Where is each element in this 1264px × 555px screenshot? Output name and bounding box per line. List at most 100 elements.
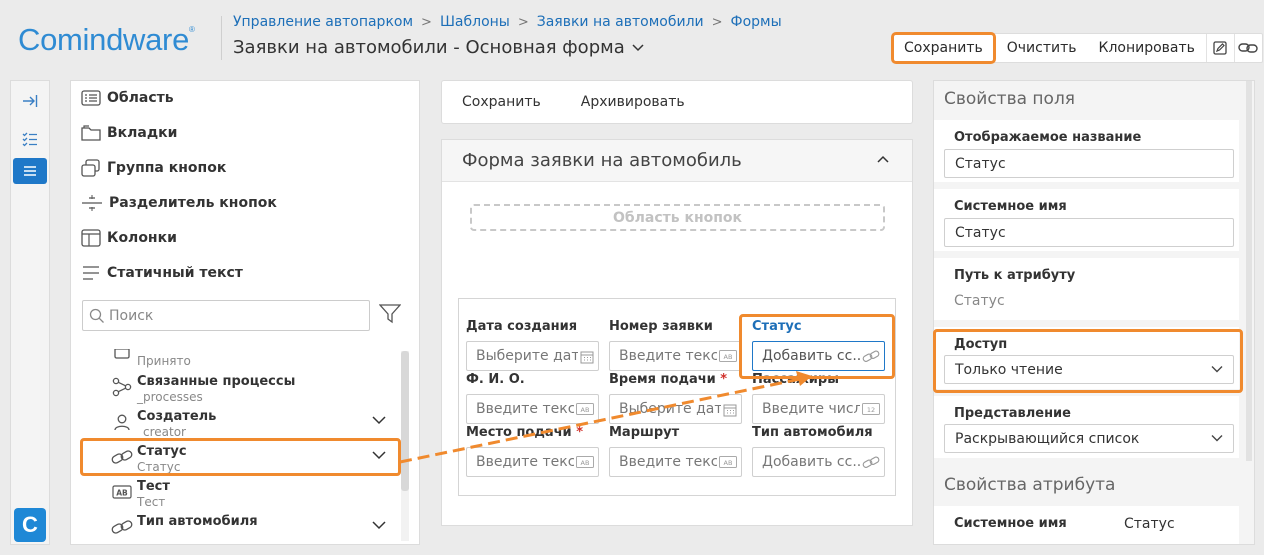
chevron-down-icon [1211, 435, 1223, 442]
form-field: Дата создания Выберите дату [466, 319, 599, 371]
element-button-separator-label: Разделитель кнопок [109, 195, 277, 211]
text-icon: AB [574, 456, 594, 468]
list-item[interactable]: Принято [81, 349, 401, 370]
form-field: Тип автомобиля Добавить сс... [752, 425, 885, 477]
form-field-placeholder: Введите текст [619, 348, 727, 364]
element-columns-label: Колонки [107, 230, 177, 246]
filter-icon[interactable] [379, 304, 401, 324]
attribute-path-label: Путь к атрибуту [954, 268, 1076, 283]
element-tabs-label: Вкладки [107, 125, 178, 141]
element-area-label: Область [107, 90, 174, 106]
svg-text:AB: AB [724, 353, 733, 361]
search-input[interactable]: Поиск [82, 300, 370, 331]
form-title: Форма заявки на автомобиль [462, 150, 742, 171]
element-area[interactable]: Область [81, 89, 174, 107]
search-placeholder: Поиск [109, 307, 154, 324]
properties-scrollbar[interactable] [1246, 81, 1252, 461]
list-item[interactable]: Создатель _creator [81, 406, 401, 441]
svg-text:AB: AB [724, 459, 733, 467]
form-field: Ф. И. О. Введите текст AB [466, 372, 599, 424]
checklist-icon[interactable] [13, 126, 47, 152]
form-field-placeholder: Выберите дату [619, 401, 731, 417]
form-header[interactable]: Форма заявки на автомобиль [442, 140, 912, 182]
highlight-status-field [739, 314, 895, 379]
form-field: Номер заявки Введите текст AB [609, 319, 742, 371]
field-properties-header: Свойства поля [944, 89, 1076, 109]
clear-button[interactable]: Очистить [996, 34, 1088, 62]
attr-system-name-group: Системное имя Статус [934, 506, 1239, 544]
element-tabs[interactable]: Вкладки [81, 124, 178, 142]
breadcrumb-item[interactable]: Управление автопарком [233, 14, 413, 30]
list-item[interactable]: Тип автомобиля [81, 511, 401, 544]
properties-panel: Свойства поля Отображаемое название Стат… [933, 80, 1255, 545]
breadcrumb-item[interactable]: Формы [731, 14, 782, 30]
attribute-path-group: Путь к атрибуту Статус [934, 258, 1239, 320]
form-field-input[interactable]: Введите число 12 [752, 394, 885, 424]
list-item-title: Тип автомобиля [137, 514, 258, 529]
form-field-input[interactable]: Выберите дату [466, 341, 599, 371]
system-name-input[interactable]: Статус [944, 218, 1234, 247]
list-item-subtitle: Принято [137, 354, 191, 368]
attribute-properties-header: Свойства атрибута [944, 475, 1116, 495]
edit-icon[interactable] [1205, 34, 1234, 62]
list-item-subtitle: Тест [137, 495, 166, 509]
list-view-icon[interactable] [13, 158, 47, 184]
form-field-label: Ф. И. О. [466, 372, 525, 387]
element-button-separator[interactable]: Разделитель кнопок [81, 194, 277, 212]
clone-button[interactable]: Клонировать [1088, 34, 1206, 62]
text-icon: AB [717, 456, 737, 468]
form-field-label: Дата создания [466, 319, 578, 334]
breadcrumb-item[interactable]: Заявки на автомобили [537, 14, 704, 30]
chevron-right-icon: > [711, 14, 723, 30]
save-button[interactable]: Сохранить [891, 32, 996, 64]
form-field-input[interactable]: Введите текст AB [609, 447, 742, 477]
element-static-text[interactable]: Статичный текст [81, 264, 243, 282]
form-field-input[interactable]: Введите текст AB [466, 394, 599, 424]
expand-panel-icon[interactable] [13, 88, 47, 114]
view-select[interactable]: Раскрывающийся список [944, 424, 1234, 453]
form-field-input[interactable]: Введите текст AB [609, 341, 742, 371]
element-button-group[interactable]: Группа кнопок [81, 159, 226, 177]
form-field: Пассажиры Введите число 12 [752, 372, 885, 424]
scrollbar-thumb[interactable] [401, 351, 409, 491]
area-icon [81, 90, 101, 106]
button-area-placeholder[interactable]: Область кнопок [470, 204, 885, 231]
link-icon[interactable] [1233, 34, 1262, 62]
header-divider [221, 16, 222, 60]
form-field-label: Маршрут [609, 425, 680, 440]
view-label: Представление [954, 406, 1071, 421]
chevron-up-icon[interactable] [876, 154, 890, 164]
chevron-down-icon[interactable] [371, 519, 387, 531]
form-save-button[interactable]: Сохранить [462, 94, 541, 110]
list-item-subtitle: _processes [137, 390, 203, 404]
list-item[interactable]: AB Тест Тест [81, 476, 401, 511]
svg-text:AB: AB [116, 489, 128, 498]
svg-text:AB: AB [581, 459, 590, 467]
list-item-title: Тест [137, 479, 170, 494]
calendar-icon [578, 350, 594, 364]
form-field-input[interactable]: Добавить сс... [752, 447, 885, 477]
form-field-label: Время подачи * [609, 372, 728, 387]
chevron-right-icon: > [421, 14, 432, 30]
page-title[interactable]: Заявки на автомобили - Основная форма [233, 37, 645, 58]
form-field-input[interactable]: Введите текст AB [466, 447, 599, 477]
page-title-text: Заявки на автомобили - Основная форма [233, 37, 625, 58]
link-icon [111, 516, 133, 538]
form-field-label: Тип автомобиля [752, 425, 873, 440]
form-field-placeholder: Введите число [762, 401, 872, 417]
archive-button[interactable]: Архивировать [581, 94, 685, 110]
chevron-down-icon[interactable] [371, 414, 387, 426]
display-name-input[interactable]: Статус [944, 149, 1234, 178]
breadcrumb-item[interactable]: Шаблоны [440, 14, 510, 30]
list-scrollbar[interactable] [401, 351, 409, 541]
comindware-app-icon[interactable]: C [14, 508, 46, 542]
calendar-icon [721, 403, 737, 417]
element-columns[interactable]: Колонки [81, 229, 177, 247]
form-field-placeholder: Введите текст [476, 454, 584, 470]
form-field-label: Место подачи * [466, 425, 584, 440]
form-field-input[interactable]: Выберите дату [609, 394, 742, 424]
list-item[interactable]: Связанные процессы _processes [81, 371, 401, 406]
button-group-icon [81, 159, 100, 177]
list-item-subtitle: _creator [137, 425, 186, 439]
process-icon [111, 376, 133, 398]
